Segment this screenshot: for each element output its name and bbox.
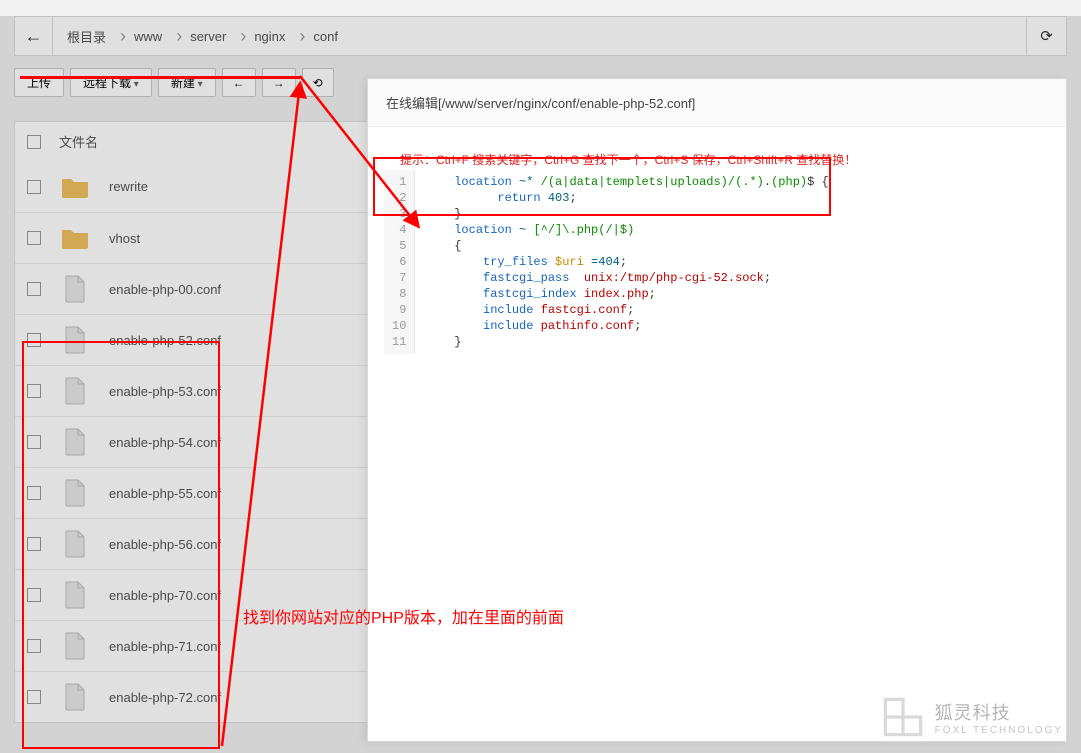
history-fwd-button[interactable]: → bbox=[262, 68, 296, 97]
file-name-label: vhost bbox=[109, 231, 140, 246]
new-button[interactable]: 新建 bbox=[158, 68, 216, 97]
file-name-label: enable-php-71.conf bbox=[109, 639, 221, 654]
breadcrumb-item[interactable]: server bbox=[176, 17, 240, 55]
row-checkbox[interactable] bbox=[27, 231, 41, 245]
file-icon bbox=[59, 630, 91, 662]
folder-icon bbox=[59, 171, 91, 203]
row-checkbox[interactable] bbox=[27, 486, 41, 500]
file-icon bbox=[59, 477, 91, 509]
refresh-button[interactable]: ⟲ bbox=[302, 68, 334, 97]
file-name-label: enable-php-56.conf bbox=[109, 537, 221, 552]
editor-hint: 提示：Ctrl+F 搜索关键字，Ctrl+G 查找下一个，Ctrl+S 保存，C… bbox=[384, 147, 1050, 170]
row-checkbox[interactable] bbox=[27, 180, 41, 194]
breadcrumb-item[interactable]: nginx bbox=[240, 17, 299, 55]
file-icon bbox=[59, 426, 91, 458]
file-name-label: rewrite bbox=[109, 179, 148, 194]
path-refresh-button[interactable]: ⟳ bbox=[1026, 17, 1066, 55]
file-icon bbox=[59, 579, 91, 611]
file-icon bbox=[59, 681, 91, 713]
row-checkbox[interactable] bbox=[27, 690, 41, 704]
folder-icon bbox=[59, 222, 91, 254]
row-checkbox[interactable] bbox=[27, 639, 41, 653]
file-icon bbox=[59, 528, 91, 560]
file-icon bbox=[59, 273, 91, 305]
row-checkbox[interactable] bbox=[27, 282, 41, 296]
file-icon bbox=[59, 324, 91, 356]
path-back-button[interactable]: ← bbox=[15, 17, 53, 55]
remote-download-button[interactable]: 远程下载 bbox=[70, 68, 152, 97]
upload-button[interactable]: 上传 bbox=[14, 68, 64, 97]
column-header-name: 文件名 bbox=[59, 132, 98, 151]
breadcrumb-bar: ← 根目录wwwservernginxconf ⟳ bbox=[14, 16, 1067, 56]
file-name-label: enable-php-72.conf bbox=[109, 690, 221, 705]
file-name-label: enable-php-53.conf bbox=[109, 384, 221, 399]
select-all-checkbox[interactable] bbox=[27, 135, 41, 149]
row-checkbox[interactable] bbox=[27, 435, 41, 449]
file-icon bbox=[59, 375, 91, 407]
file-name-label: enable-php-00.conf bbox=[109, 282, 221, 297]
file-name-label: enable-php-52.conf bbox=[109, 333, 221, 348]
breadcrumb-item[interactable]: 根目录 bbox=[53, 17, 120, 55]
row-checkbox[interactable] bbox=[27, 588, 41, 602]
row-checkbox[interactable] bbox=[27, 384, 41, 398]
file-name-label: enable-php-70.conf bbox=[109, 588, 221, 603]
file-name-label: enable-php-54.conf bbox=[109, 435, 221, 450]
breadcrumb-item[interactable]: www bbox=[120, 17, 176, 55]
history-back-button[interactable]: ← bbox=[222, 68, 256, 97]
breadcrumb-item[interactable]: conf bbox=[299, 17, 352, 55]
file-name-label: enable-php-55.conf bbox=[109, 486, 221, 501]
code-editor[interactable]: 1234567891011 location ~* /(a|data|templ… bbox=[384, 170, 1050, 354]
editor-title: 在线编辑[/www/server/nginx/conf/enable-php-5… bbox=[368, 79, 1066, 127]
row-checkbox[interactable] bbox=[27, 537, 41, 551]
row-checkbox[interactable] bbox=[27, 333, 41, 347]
editor-panel: 在线编辑[/www/server/nginx/conf/enable-php-5… bbox=[367, 78, 1067, 742]
